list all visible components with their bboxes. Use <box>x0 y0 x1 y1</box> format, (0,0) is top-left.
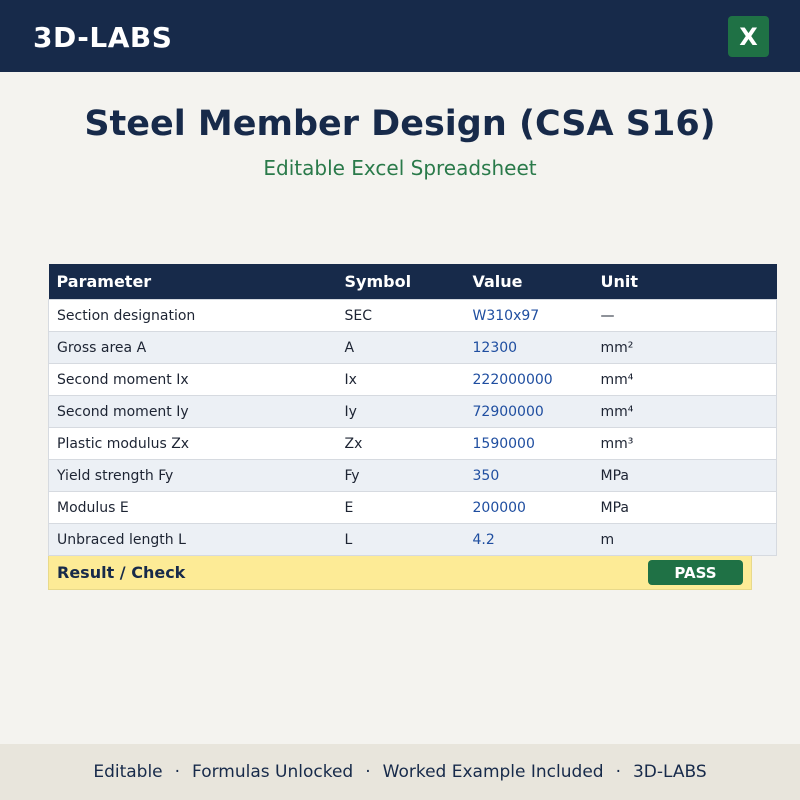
cell-symbol: Ix <box>336 363 465 396</box>
cell-parameter: Plastic modulus Zx <box>48 427 337 460</box>
table-row: Plastic modulus Zx Zx 1590000 mm³ <box>48 427 777 460</box>
table-row: Yield strength Fy Fy 350 MPa <box>48 459 777 492</box>
footer-item-brand: 3D-LABS <box>632 762 707 782</box>
column-header-value: Value <box>464 264 593 300</box>
cell-value[interactable]: 1590000 <box>464 427 593 460</box>
table-row: Second moment Ix Ix 222000000 mm⁴ <box>48 363 777 396</box>
cell-symbol: E <box>336 491 465 524</box>
cell-parameter: Gross area A <box>48 331 337 364</box>
cell-symbol: SEC <box>336 299 465 332</box>
table-row: Unbraced length L L 4.2 m <box>48 523 777 556</box>
cell-unit: mm⁴ <box>592 363 777 396</box>
result-check-row: Result / Check PASS <box>48 556 752 590</box>
table-row: Gross area A A 12300 mm² <box>48 331 777 364</box>
cell-parameter: Second moment Ix <box>48 363 337 396</box>
footer-separator: · <box>615 762 621 782</box>
table-row: Section designation SEC W310x97 — <box>48 299 777 332</box>
cell-value[interactable]: 200000 <box>464 491 593 524</box>
cell-value[interactable]: 4.2 <box>464 523 593 556</box>
cell-value[interactable]: 12300 <box>464 331 593 364</box>
cell-value[interactable]: 72900000 <box>464 395 593 428</box>
footer-item-worked-example: Worked Example Included <box>382 762 604 782</box>
cell-unit: mm² <box>592 331 777 364</box>
column-header-unit: Unit <box>592 264 777 300</box>
parameter-table: Parameter Symbol Value Unit Section desi… <box>48 264 777 590</box>
cell-parameter: Yield strength Fy <box>48 459 337 492</box>
cell-unit: m <box>592 523 777 556</box>
cell-unit: MPa <box>592 459 777 492</box>
excel-icon: X <box>728 16 769 57</box>
footer-bar: Editable · Formulas Unlocked · Worked Ex… <box>0 744 800 800</box>
cell-unit: — <box>592 299 777 332</box>
cell-unit: MPa <box>592 491 777 524</box>
cell-value[interactable]: 222000000 <box>464 363 593 396</box>
pass-status-badge: PASS <box>648 560 743 585</box>
column-header-symbol: Symbol <box>336 264 465 300</box>
cell-value[interactable]: W310x97 <box>464 299 593 332</box>
footer-separator: · <box>365 762 371 782</box>
cell-symbol: Iy <box>336 395 465 428</box>
cell-parameter: Section designation <box>48 299 337 332</box>
cell-parameter: Second moment Iy <box>48 395 337 428</box>
page-title: Steel Member Design (CSA S16) <box>84 104 716 144</box>
cell-symbol: A <box>336 331 465 364</box>
table-row: Modulus E E 200000 MPa <box>48 491 777 524</box>
cell-value[interactable]: 350 <box>464 459 593 492</box>
footer-item-editable: Editable <box>93 762 163 782</box>
footer-separator: · <box>174 762 181 782</box>
cell-symbol: Fy <box>336 459 465 492</box>
column-header-parameter: Parameter <box>48 264 337 300</box>
page-subtitle: Editable Excel Spreadsheet <box>263 156 537 180</box>
top-bar: 3D-LABS X <box>0 0 800 72</box>
cell-parameter: Unbraced length L <box>48 523 337 556</box>
footer-item-formulas: Formulas Unlocked <box>192 762 354 782</box>
cell-unit: mm⁴ <box>592 395 777 428</box>
cell-symbol: L <box>336 523 465 556</box>
table-row: Second moment Iy Iy 72900000 mm⁴ <box>48 395 777 428</box>
cell-symbol: Zx <box>336 427 465 460</box>
result-check-label: Result / Check <box>57 563 186 582</box>
brand-logo: 3D-LABS <box>33 21 173 54</box>
cell-unit: mm³ <box>592 427 777 460</box>
table-header-row: Parameter Symbol Value Unit <box>48 264 777 300</box>
cell-parameter: Modulus E <box>48 491 337 524</box>
